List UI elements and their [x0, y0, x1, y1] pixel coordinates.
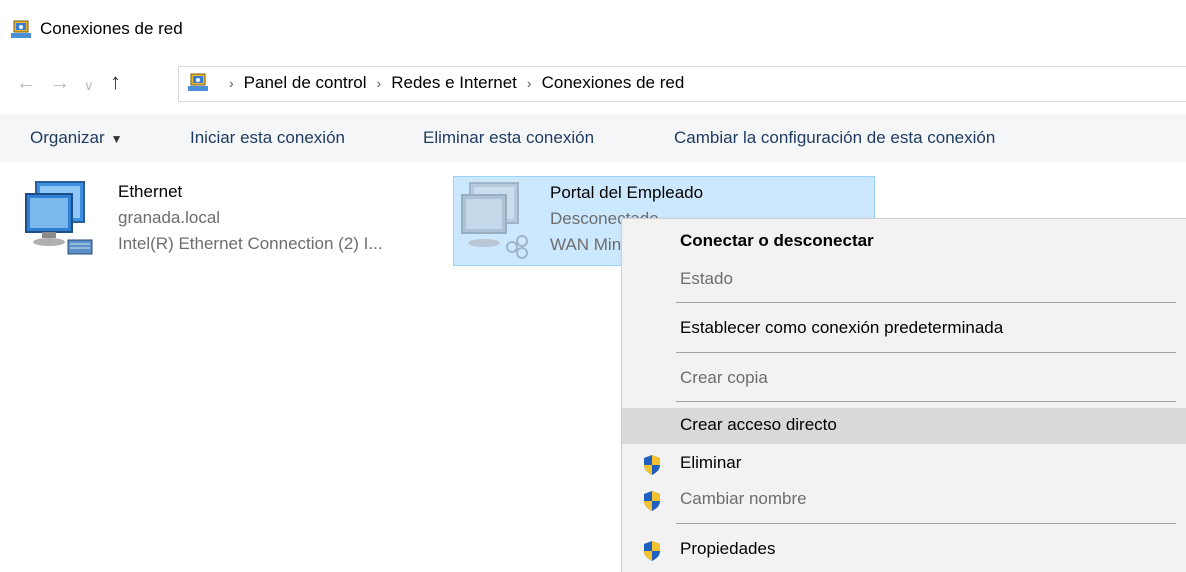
- menu-item-set-default[interactable]: Establecer como conexión predeterminada: [622, 311, 1186, 347]
- breadcrumb-separator-icon: ›: [229, 75, 234, 91]
- breadcrumb-separator-icon: ›: [376, 75, 382, 91]
- menu-item-properties[interactable]: Propiedades: [622, 532, 1186, 568]
- connection-name: Ethernet: [118, 182, 183, 201]
- breadcrumb: › Panel de control › Redes e Internet › Conex…: [219, 73, 684, 93]
- menu-item-delete[interactable]: Eliminar: [622, 446, 1186, 482]
- breadcrumb-item-conexiones[interactable]: Conexiones de red: [542, 73, 685, 92]
- connection-adapter: Intel(R) Ethernet Connection (2) I...: [118, 234, 383, 253]
- network-connections-icon: [11, 20, 31, 38]
- context-menu: Conectar o desconectar Estado Establecer…: [621, 218, 1186, 572]
- control-panel-icon: [188, 73, 208, 91]
- organize-menu-button[interactable]: Organizar ▼: [30, 128, 123, 148]
- menu-item-label: Estado: [680, 269, 733, 288]
- breadcrumb-separator-icon: ›: [526, 75, 532, 91]
- menu-item-label: Establecer como conexión predeterminada: [680, 318, 1004, 337]
- breadcrumb-item-redes[interactable]: Redes e Internet: [391, 73, 517, 92]
- organize-label: Organizar: [30, 128, 105, 147]
- forward-arrow-icon[interactable]: →: [50, 72, 70, 95]
- dropdown-caret-icon: ▼: [110, 132, 123, 146]
- menu-separator: [676, 302, 1176, 303]
- vpn-connection-icon: [461, 182, 528, 259]
- back-arrow-icon[interactable]: ←: [16, 72, 36, 95]
- menu-item-label: Crear copia: [680, 368, 768, 387]
- start-connection-button[interactable]: Iniciar esta conexión: [190, 128, 345, 148]
- menu-separator: [676, 401, 1176, 402]
- breadcrumb-item-panel[interactable]: Panel de control: [244, 73, 367, 92]
- menu-separator: [676, 352, 1176, 353]
- menu-separator: [676, 523, 1176, 524]
- menu-item-rename: Cambiar nombre: [622, 482, 1186, 518]
- address-field[interactable]: › Panel de control › Redes e Internet › Conex…: [178, 66, 1186, 102]
- recent-locations-chevron-icon[interactable]: ∨: [84, 78, 94, 94]
- menu-item-connect[interactable]: Conectar o desconectar: [622, 224, 1186, 260]
- ethernet-adapter-icon: [25, 181, 93, 255]
- connection-item-ethernet[interactable]: Ethernet granada.local Intel(R) Ethernet…: [18, 176, 438, 266]
- window-title: Conexiones de red: [40, 19, 183, 38]
- menu-item-status: Estado: [622, 262, 1186, 298]
- menu-item-create-copy: Crear copia: [622, 361, 1186, 397]
- delete-connection-button[interactable]: Eliminar esta conexión: [423, 128, 594, 148]
- menu-item-label: Crear acceso directo: [680, 415, 837, 434]
- address-bar: ← → ∨ ↑ › Panel de control › Redes e Intern…: [0, 62, 1186, 106]
- connection-name: Portal del Empleado: [550, 183, 704, 202]
- menu-item-label: Propiedades: [680, 539, 776, 558]
- connection-domain: granada.local: [118, 208, 221, 227]
- change-settings-button[interactable]: Cambiar la configuración de esta conexió…: [674, 128, 995, 148]
- menu-item-label: Cambiar nombre: [680, 489, 807, 508]
- menu-item-label: Conectar o desconectar: [680, 231, 874, 250]
- uac-shield-icon: [644, 491, 660, 511]
- menu-item-label: Eliminar: [680, 453, 742, 472]
- menu-item-create-shortcut[interactable]: Crear acceso directo: [622, 408, 1186, 444]
- title-bar: Conexiones de red: [0, 0, 1186, 62]
- uac-shield-icon: [644, 455, 660, 475]
- up-arrow-icon[interactable]: ↑: [110, 69, 121, 95]
- command-bar: Organizar ▼ Iniciar esta conexión Elimina…: [0, 114, 1186, 162]
- uac-shield-icon: [644, 541, 660, 561]
